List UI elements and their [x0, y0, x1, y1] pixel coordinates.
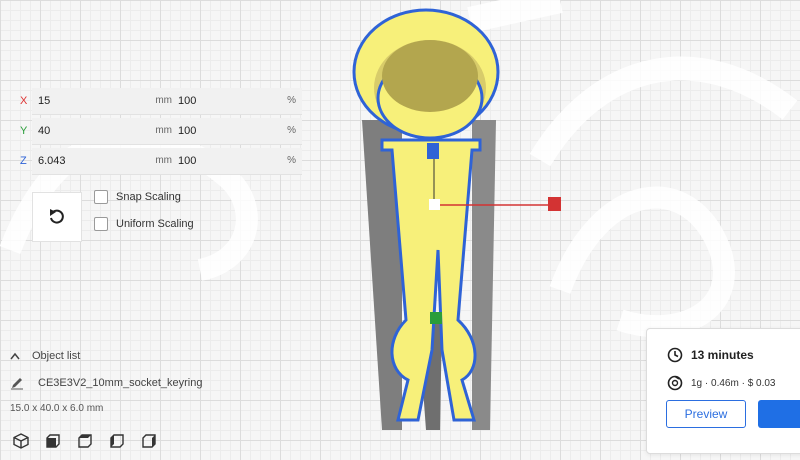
view-left-button[interactable]: [106, 430, 128, 452]
y-axis-handle: [430, 312, 442, 324]
object-name: CE3E3V2_10mm_socket_keyring: [38, 377, 203, 389]
object-list-toggle[interactable]: Object list: [10, 350, 80, 362]
y-value: 40: [38, 125, 51, 137]
x-axis-handle: [548, 197, 561, 211]
uniform-scaling-label: Uniform Scaling: [116, 218, 194, 230]
view-right-button[interactable]: [138, 430, 160, 452]
cube-top-icon: [78, 434, 92, 448]
snap-scaling-checkbox[interactable]: [94, 190, 108, 204]
slice-button[interactable]: [758, 400, 800, 428]
cube-left-icon: [110, 434, 124, 448]
uniform-scaling-option[interactable]: Uniform Scaling: [94, 215, 194, 233]
object-list-title: Object list: [32, 350, 81, 362]
y-scale-field[interactable]: 100 %: [172, 118, 302, 145]
cube-right-icon: [142, 434, 156, 448]
reset-scale-button[interactable]: [32, 192, 82, 242]
preview-button[interactable]: Preview: [666, 400, 746, 428]
print-summary-card: 13 minutes 1g · 0.46m · $ 0.03 Preview: [646, 328, 800, 454]
x-scale-field[interactable]: 100 %: [172, 88, 302, 115]
transform-panel: X 15 mm 100 % Y 40 mm 100 % Z 6.043 mm 1…: [12, 88, 312, 242]
transform-row-z: Z 6.043 mm 100 %: [12, 148, 312, 175]
model-socket-keyring[interactable]: [330, 0, 590, 460]
z-axis-handle: [427, 143, 439, 159]
material-usage: 1g · 0.46m · $ 0.03: [691, 377, 776, 389]
uniform-scaling-checkbox[interactable]: [94, 217, 108, 231]
z-position-field[interactable]: 6.043 mm: [32, 148, 178, 175]
snap-scaling-label: Snap Scaling: [116, 191, 181, 203]
y-position-field[interactable]: 40 mm: [32, 118, 178, 145]
filament-spool-icon: [667, 375, 683, 391]
object-list-item[interactable]: CE3E3V2_10mm_socket_keyring: [10, 376, 202, 390]
view-3d-button[interactable]: [10, 430, 32, 452]
chevron-up-icon: [10, 352, 20, 360]
cube-front-icon: [46, 434, 60, 448]
print-time-row: 13 minutes: [667, 347, 754, 363]
z-scale-field[interactable]: 100 %: [172, 148, 302, 175]
cube-3d-icon: [13, 433, 29, 449]
y-scale-value: 100: [178, 125, 197, 137]
print-time: 13 minutes: [691, 348, 754, 362]
axis-label-y: Y: [20, 125, 28, 137]
view-top-button[interactable]: [74, 430, 96, 452]
snap-scaling-option[interactable]: Snap Scaling: [94, 188, 181, 206]
pencil-icon[interactable]: [10, 376, 24, 390]
z-unit: mm: [155, 155, 172, 166]
object-dimensions: 15.0 x 40.0 x 6.0 mm: [10, 403, 104, 414]
x-value: 15: [38, 95, 51, 107]
axis-label-x: X: [20, 95, 28, 107]
x-unit: mm: [155, 95, 172, 106]
camera-view-buttons: [10, 430, 160, 452]
y-unit: mm: [155, 125, 172, 136]
transform-row-x: X 15 mm 100 %: [12, 88, 312, 115]
z-scale-value: 100: [178, 155, 197, 167]
x-scale-unit: %: [287, 95, 296, 106]
x-position-field[interactable]: 15 mm: [32, 88, 178, 115]
view-front-button[interactable]: [42, 430, 64, 452]
reset-icon: [50, 209, 64, 224]
gizmo-center-handle: [429, 199, 440, 210]
x-scale-value: 100: [178, 95, 197, 107]
transform-row-y: Y 40 mm 100 %: [12, 118, 312, 145]
z-scale-unit: %: [287, 155, 296, 166]
y-scale-unit: %: [287, 125, 296, 136]
clock-icon: [667, 347, 683, 363]
material-usage-row: 1g · 0.46m · $ 0.03: [667, 375, 776, 391]
axis-label-z: Z: [20, 155, 27, 167]
z-value: 6.043: [38, 155, 66, 167]
